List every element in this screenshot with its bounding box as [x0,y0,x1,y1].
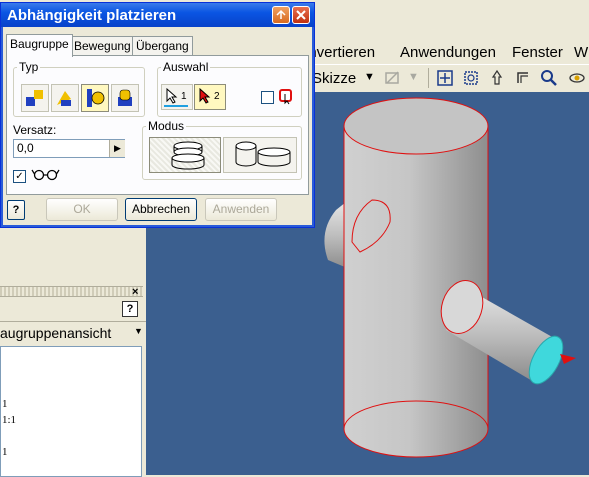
versatz-label: Versatz: [13,123,57,137]
browser-view-label: augruppenansicht [0,325,112,341]
versatz-value: 0,0 [17,141,34,155]
sketch-dropdown-icon[interactable]: ▼ [364,71,375,83]
browser-tree[interactable]: 1 1:1 1 [0,346,142,477]
zoom-window-icon[interactable] [462,69,480,87]
opposed-solution-icon [171,141,205,170]
tab-uebergang[interactable]: Übergang [132,36,193,56]
toolbar-separator [428,68,429,88]
glasses-icon [31,169,60,181]
tab-bewegung[interactable]: Bewegung [70,36,135,56]
selection-arrow-icon [560,354,576,364]
insert-icon [118,89,132,106]
dialog-titlebar[interactable]: Abhängigkeit platzieren [1,3,314,27]
ok-button[interactable]: OK [46,198,118,221]
sketch-button[interactable]: Skizze [312,70,356,87]
app-menubar: onvertieren Anwendungen Fenster W [300,40,589,64]
minimize-dialog-icon[interactable] [272,6,290,24]
panel-help-icon[interactable]: ? [122,301,138,317]
selection-2-label: 2 [214,91,220,102]
pick-part-first-icon[interactable] [277,87,295,105]
apply-button[interactable]: Anwenden [205,198,277,221]
update-icon[interactable] [384,69,402,87]
angle-icon [57,91,71,106]
zoom-all-icon[interactable] [436,69,454,87]
menu-fenster[interactable]: Fenster [512,44,563,61]
app-toolbar: Skizze ▼ ▼ [300,64,589,93]
main-cylinder-top-face[interactable] [343,97,489,155]
panel-close-icon[interactable]: × [132,286,138,298]
typ-label: Typ [17,60,41,74]
select-arrow-1-icon [166,88,178,104]
selection-2-button[interactable]: 2 [194,84,226,110]
mate-constraint-button[interactable] [21,84,49,112]
panel-grip[interactable] [0,286,143,297]
versatz-input[interactable]: 0,0 ▶ [13,139,125,158]
insert-constraint-button[interactable] [111,84,139,112]
selection-1-button[interactable]: 1 [161,84,193,110]
close-dialog-icon[interactable] [292,6,310,24]
dialog-help-button[interactable]: ? [7,200,25,220]
tree-line-3: 1 [2,446,8,458]
selection-1-indicator [164,105,188,107]
browser-view-dropdown-icon[interactable]: ▼ [134,326,143,336]
pan-icon[interactable] [488,69,506,87]
menu-anwendungen[interactable]: Anwendungen [400,44,496,61]
aligned-solution-icon [235,141,291,167]
update-dropdown-icon: ▼ [408,71,419,83]
mode-aligned-button[interactable] [223,137,297,173]
zoom-icon[interactable] [540,69,558,87]
rotate-icon[interactable] [514,69,532,87]
menu-window[interactable]: W [574,44,588,61]
auswahl-label: Auswahl [161,60,211,74]
versatz-menu-arrow-icon[interactable]: ▶ [109,140,125,157]
place-constraint-dialog: Abhängigkeit platzieren Baugruppe Bewegu… [0,2,315,228]
tangent-constraint-button[interactable] [81,84,109,112]
dialog-title: Abhängigkeit platzieren [7,7,177,24]
orbit-icon[interactable] [568,69,586,87]
selection-1-label: 1 [181,91,187,102]
tree-line-2: 1:1 [2,414,17,426]
first-selection-checkbox[interactable] [261,91,274,104]
tangent-icon [87,89,105,107]
tab-pane: Typ Auswahl 1 2 Versatz: 0,0 ▶ Modus ✓ [6,55,309,195]
browser-view-selector[interactable]: augruppenansicht ▼ [0,321,146,344]
tree-line-1: 1 [2,398,8,410]
tab-baugruppe[interactable]: Baugruppe [6,34,73,57]
show-preview-checkbox[interactable]: ✓ [13,170,26,183]
cancel-button[interactable]: Abbrechen [125,198,197,221]
mate-icon [26,90,43,106]
modus-label: Modus [146,119,187,133]
select-arrow-2-icon [199,88,211,104]
angle-constraint-button[interactable] [51,84,79,112]
mode-opposed-button[interactable] [149,137,221,173]
